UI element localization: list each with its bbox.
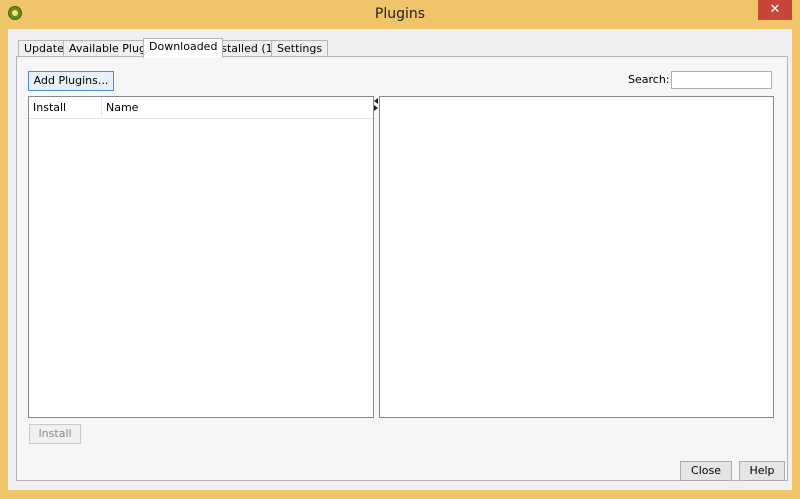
help-button[interactable]: Help — [739, 461, 785, 481]
dialog-client-area: Updates Available Plugins Downloaded Ins… — [8, 29, 792, 490]
tab-downloaded[interactable]: Downloaded — [143, 38, 224, 58]
downloaded-panel: Add Plugins... Search: Install Name Inst… — [16, 56, 788, 481]
plugin-list[interactable]: Install Name — [28, 96, 374, 418]
column-header-name[interactable]: Name — [102, 97, 138, 118]
column-header-install[interactable]: Install — [29, 97, 102, 118]
window-title: Plugins — [374, 6, 426, 22]
expand-right-icon[interactable] — [374, 105, 378, 111]
close-icon: ✕ — [769, 2, 781, 17]
list-header: Install Name — [29, 97, 373, 119]
add-plugins-button[interactable]: Add Plugins... — [28, 71, 114, 91]
close-window-button[interactable]: ✕ — [758, 0, 792, 20]
close-button[interactable]: Close — [680, 461, 732, 481]
install-button[interactable]: Install — [29, 424, 81, 444]
search-label: Search: — [628, 73, 670, 86]
title-bar[interactable]: Plugins ✕ — [0, 0, 800, 28]
search-input[interactable] — [671, 71, 772, 89]
collapse-left-icon[interactable] — [374, 98, 378, 104]
plugin-details-pane — [379, 96, 774, 418]
plugins-window: Plugins ✕ Updates Available Plugins Down… — [0, 0, 800, 499]
